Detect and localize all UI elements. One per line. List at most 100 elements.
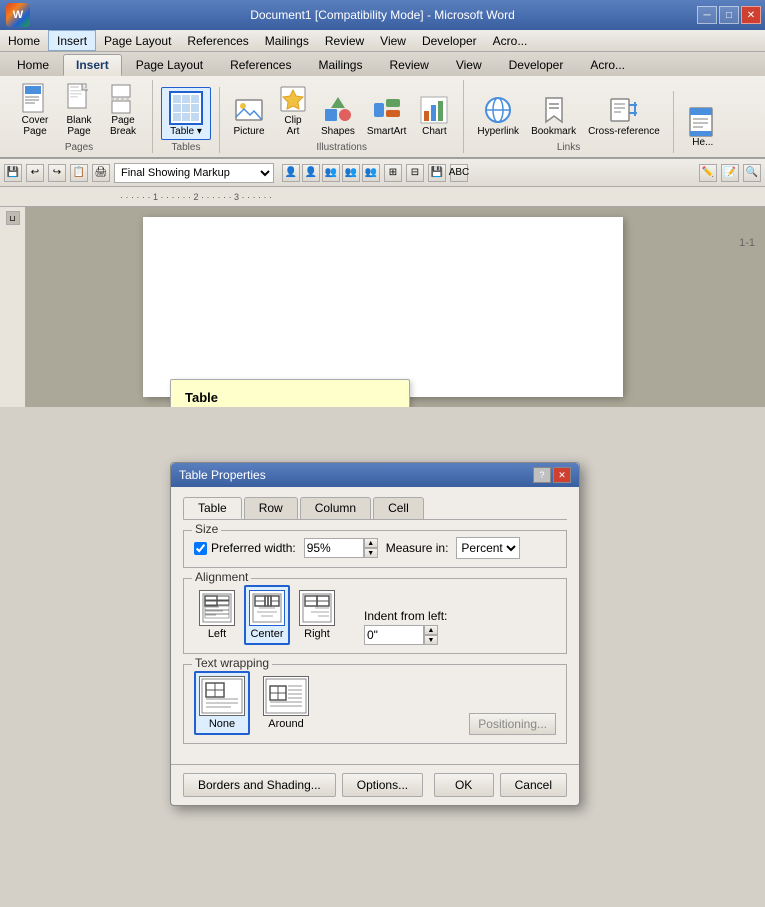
maximize-button[interactable]: □	[719, 6, 739, 24]
minimize-button[interactable]: ─	[697, 6, 717, 24]
toolbar-btn-redo[interactable]: ↪	[48, 164, 66, 182]
close-button[interactable]: ✕	[741, 6, 761, 24]
bookmark-icon	[538, 94, 570, 126]
dialog-tab-row[interactable]: Row	[244, 497, 298, 519]
borders-shading-button[interactable]: Borders and Shading...	[183, 773, 336, 797]
header-footer-button[interactable]: He...	[682, 102, 724, 151]
menu-home[interactable]: Home	[0, 30, 48, 51]
toolbar-save2-icon[interactable]: 💾	[428, 164, 446, 182]
tab-review[interactable]: Review	[376, 54, 441, 76]
indent-down-button[interactable]: ▼	[424, 635, 438, 645]
preferred-width-label: Preferred width:	[211, 541, 296, 555]
menu-references[interactable]: References	[179, 30, 256, 51]
toolbar-btn-4[interactable]: 🖨	[92, 164, 110, 182]
dialog-close-button[interactable]: ✕	[553, 467, 571, 483]
dialog-controls: ? ✕	[533, 467, 571, 483]
cancel-button[interactable]: Cancel	[500, 773, 567, 797]
preferred-width-checkbox[interactable]	[194, 542, 207, 555]
toolbar-right-1[interactable]: ✏️	[699, 164, 717, 182]
ok-button[interactable]: OK	[434, 773, 494, 797]
toolbar-icon-2[interactable]: 👤	[302, 164, 320, 182]
tooltip-popup: Table Insert or draw a table into the do…	[170, 379, 410, 407]
page-break-button[interactable]: PageBreak	[102, 80, 144, 140]
menu-mailings[interactable]: Mailings	[257, 30, 317, 51]
cover-page-button[interactable]: CoverPage	[14, 80, 56, 140]
menu-page-layout[interactable]: Page Layout	[96, 30, 179, 51]
menu-insert[interactable]: Insert	[48, 30, 96, 51]
shapes-button[interactable]: Shapes	[316, 91, 360, 140]
align-right-option[interactable]: Right	[294, 585, 340, 645]
dialog-tab-cell[interactable]: Cell	[373, 497, 424, 519]
dialog-body: Table Row Column Cell Size Preferred wid…	[171, 487, 579, 764]
menu-bar: Home Insert Page Layout References Maili…	[0, 30, 765, 52]
toolbar-icon-5[interactable]: 👥	[362, 164, 380, 182]
wrapping-row: None	[194, 671, 556, 735]
toolbar-grid-icon[interactable]: ⊟	[406, 164, 424, 182]
toolbar-btn-1[interactable]: 💾	[4, 164, 22, 182]
menu-review[interactable]: Review	[317, 30, 372, 51]
wrap-around-option[interactable]: Around	[258, 671, 314, 735]
wrap-none-option[interactable]: None	[194, 671, 250, 735]
toolbar-btn-3[interactable]: 📋	[70, 164, 88, 182]
clip-art-button[interactable]: ClipArt	[272, 80, 314, 140]
menu-view[interactable]: View	[372, 30, 414, 51]
align-center-option[interactable]: Center	[244, 585, 290, 645]
header-footer-label: He...	[692, 137, 713, 148]
toolbar-abc-icon[interactable]: ABC	[450, 164, 468, 182]
indent-up-button[interactable]: ▲	[424, 625, 438, 635]
menu-acrobat[interactable]: Acro...	[485, 30, 536, 51]
clip-art-label: ClipArt	[284, 115, 301, 137]
indent-label: Indent from left:	[364, 609, 447, 623]
dialog-tab-column[interactable]: Column	[300, 497, 371, 519]
cross-reference-button[interactable]: Cross-reference	[583, 91, 665, 140]
hf-buttons: He...	[682, 102, 724, 151]
wrap-around-label: Around	[268, 718, 303, 730]
toolbar-btn-undo[interactable]: ↩	[26, 164, 44, 182]
hyperlink-button[interactable]: Hyperlink	[472, 91, 524, 140]
toolbar-table-icon[interactable]: ⊞	[384, 164, 402, 182]
dialog-title: Table Properties	[179, 468, 266, 482]
markup-selector[interactable]: Final Showing Markup	[114, 163, 274, 183]
ribbon-group-links: Hyperlink Bookmark	[464, 91, 673, 153]
bookmark-button[interactable]: Bookmark	[526, 91, 581, 140]
dialog-tab-table[interactable]: Table	[183, 497, 242, 519]
picture-button[interactable]: Picture	[228, 91, 270, 140]
size-section: Size Preferred width: ▲ ▼ Measure in: Pe…	[183, 530, 567, 568]
menu-developer[interactable]: Developer	[414, 30, 485, 51]
toolbar-right-2[interactable]: 📝	[721, 164, 739, 182]
shapes-icon	[322, 94, 354, 126]
tab-home[interactable]: Home	[4, 54, 62, 76]
dialog-titlebar: Table Properties ? ✕	[171, 463, 579, 487]
ribbon-group-tables: Table ▾ Tables	[153, 87, 220, 153]
toolbar-right-3[interactable]: 🔍	[743, 164, 761, 182]
preferred-width-input[interactable]	[304, 538, 364, 558]
tables-group-label: Tables	[172, 142, 201, 153]
tab-insert[interactable]: Insert	[63, 54, 122, 76]
toolbar-icon-3[interactable]: 👥	[322, 164, 340, 182]
header-footer-icon	[687, 105, 719, 137]
dialog-help-button[interactable]: ?	[533, 467, 551, 483]
links-buttons: Hyperlink Bookmark	[472, 91, 664, 140]
align-left-option[interactable]: Left	[194, 585, 240, 645]
smartart-button[interactable]: SmartArt	[362, 91, 411, 140]
toolbar-icon-1[interactable]: 👤	[282, 164, 300, 182]
positioning-button[interactable]: Positioning...	[469, 713, 556, 735]
indent-input[interactable]	[364, 625, 424, 645]
chart-button[interactable]: Chart	[413, 91, 455, 140]
tab-view[interactable]: View	[443, 54, 495, 76]
toolbar-icon-4[interactable]: 👥	[342, 164, 360, 182]
table-button[interactable]: Table ▾	[161, 87, 211, 140]
cross-reference-label: Cross-reference	[588, 126, 660, 137]
blank-page-button[interactable]: BlankPage	[58, 80, 100, 140]
tab-developer[interactable]: Developer	[496, 54, 577, 76]
tab-references[interactable]: References	[217, 54, 304, 76]
options-button[interactable]: Options...	[342, 773, 423, 797]
tab-page-layout[interactable]: Page Layout	[123, 54, 216, 76]
tab-mailings[interactable]: Mailings	[305, 54, 375, 76]
tab-acrobat[interactable]: Acro...	[577, 54, 638, 76]
measure-in-select[interactable]: Percent Inches	[456, 537, 520, 559]
width-down-button[interactable]: ▼	[364, 548, 378, 558]
table-icon	[168, 90, 204, 126]
ribbon-tab-bar: Home Insert Page Layout References Maili…	[0, 52, 765, 76]
width-up-button[interactable]: ▲	[364, 538, 378, 548]
